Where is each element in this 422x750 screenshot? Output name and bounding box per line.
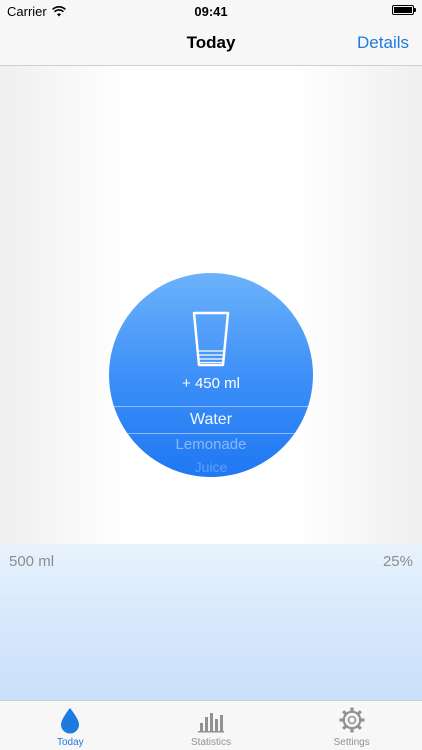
battery-level bbox=[394, 7, 412, 13]
drink-type-option[interactable]: Juice bbox=[109, 459, 313, 475]
status-bar: Carrier 09:41 bbox=[0, 0, 422, 22]
gear-icon bbox=[339, 707, 365, 733]
app-screen: Carrier 09:41 Today Details + 450 ml Wat… bbox=[0, 0, 422, 750]
tab-today[interactable]: Today bbox=[0, 701, 141, 750]
glass-icon bbox=[192, 311, 230, 367]
drink-amount: + 450 ml bbox=[182, 375, 240, 392]
status-right bbox=[392, 5, 416, 15]
picker-divider-bottom bbox=[109, 433, 313, 434]
goal-amount: 500 ml bbox=[9, 553, 55, 570]
tab-label: Settings bbox=[333, 737, 370, 748]
drink-type-option[interactable]: Lemonade bbox=[109, 436, 313, 453]
progress-percent: 25% bbox=[382, 553, 413, 570]
tab-statistics[interactable]: Statistics bbox=[141, 701, 282, 750]
water-progress: 500 ml 25% bbox=[0, 544, 422, 700]
picker-divider-top bbox=[109, 406, 313, 407]
navigation-bar: Today Details bbox=[0, 22, 422, 66]
tab-label: Statistics bbox=[191, 737, 232, 748]
details-button[interactable]: Details bbox=[357, 33, 409, 53]
main-area: + 450 ml Water Lemonade Juice bbox=[0, 66, 422, 544]
add-drink-button[interactable]: + 450 ml Water Lemonade Juice bbox=[109, 273, 313, 477]
tab-settings[interactable]: Settings bbox=[281, 701, 422, 750]
bar-chart-icon bbox=[198, 713, 224, 733]
battery-icon bbox=[392, 5, 416, 15]
status-time: 09:41 bbox=[194, 4, 228, 19]
tab-label: Today bbox=[56, 737, 84, 748]
drink-type-selected[interactable]: Water bbox=[109, 411, 313, 429]
drop-icon bbox=[61, 708, 80, 734]
tab-bar: Today Statistics Settings bbox=[0, 700, 422, 750]
